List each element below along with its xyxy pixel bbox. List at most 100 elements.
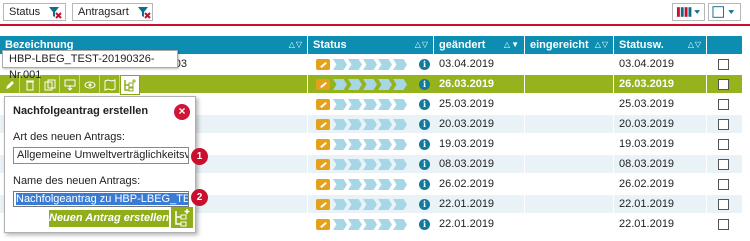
name-label: Name des neuen Antrags: bbox=[13, 175, 141, 187]
callout-badge-1: 1 bbox=[191, 148, 208, 165]
cell-eingereicht bbox=[525, 175, 614, 194]
map-icon[interactable] bbox=[100, 75, 120, 95]
cell-geaendert: 03.04.2019 bbox=[434, 55, 525, 74]
row-checkbox[interactable] bbox=[718, 179, 729, 190]
antragsart-filter-label: Antragsart bbox=[78, 6, 129, 18]
status-step bbox=[348, 99, 362, 110]
status-step bbox=[378, 199, 392, 210]
row-checkbox[interactable] bbox=[718, 219, 729, 230]
status-step bbox=[333, 159, 347, 170]
status-step bbox=[378, 159, 392, 170]
column-header-status[interactable]: Status △▽ bbox=[308, 36, 434, 54]
status-step bbox=[333, 79, 347, 90]
column-chooser-button[interactable] bbox=[672, 3, 705, 21]
sort-icon[interactable]: △▽ bbox=[688, 36, 702, 54]
status-progress bbox=[333, 219, 408, 230]
cell-statusw: 26.03.2019 bbox=[614, 75, 707, 94]
cell-eingereicht bbox=[525, 135, 614, 154]
row-checkbox[interactable] bbox=[718, 119, 729, 130]
edit-status-icon[interactable] bbox=[316, 139, 330, 150]
select-all-button[interactable] bbox=[708, 3, 741, 21]
status-step bbox=[363, 219, 377, 230]
status-step bbox=[363, 199, 377, 210]
art-label: Art des neuen Antrags: bbox=[13, 131, 125, 143]
edit-status-icon[interactable] bbox=[316, 79, 330, 90]
info-icon[interactable]: i bbox=[419, 99, 430, 110]
status-filter-label: Status bbox=[9, 6, 41, 18]
edit-status-icon[interactable] bbox=[316, 199, 330, 210]
export-icon[interactable] bbox=[60, 75, 80, 95]
cell-statusw: 03.04.2019 bbox=[614, 55, 707, 74]
antragsart-filter-chip[interactable]: Antragsart bbox=[72, 3, 153, 21]
edit-status-icon[interactable] bbox=[316, 119, 330, 130]
filter-bar: Status Antragsart bbox=[0, 0, 750, 26]
status-filter-chip[interactable]: Status bbox=[3, 3, 66, 21]
follow-up-application-icon[interactable] bbox=[120, 75, 140, 95]
row-checkbox[interactable] bbox=[718, 159, 729, 170]
status-step bbox=[378, 79, 392, 90]
status-step bbox=[363, 99, 377, 110]
follow-up-application-icon[interactable] bbox=[171, 207, 193, 228]
close-icon[interactable]: × bbox=[174, 104, 190, 120]
info-icon[interactable]: i bbox=[419, 159, 430, 170]
status-progress bbox=[333, 79, 408, 90]
info-icon[interactable]: i bbox=[419, 199, 430, 210]
cell-geaendert: 22.01.2019 bbox=[434, 215, 525, 234]
row-checkbox[interactable] bbox=[718, 59, 729, 70]
row-checkbox[interactable] bbox=[718, 79, 729, 90]
status-progress bbox=[333, 59, 408, 70]
cell-geaendert: 26.03.2019 bbox=[434, 75, 525, 94]
sort-icon[interactable]: △▽ bbox=[595, 36, 609, 54]
row-checkbox[interactable] bbox=[718, 99, 729, 110]
cell-eingereicht bbox=[525, 75, 614, 94]
info-icon[interactable]: i bbox=[419, 59, 430, 70]
edit-status-icon[interactable] bbox=[316, 159, 330, 170]
status-step bbox=[363, 159, 377, 170]
cell-statusw: 08.03.2019 bbox=[614, 155, 707, 174]
column-header-geaendert[interactable]: geändert △▼ bbox=[434, 36, 525, 54]
cell-geaendert: 08.03.2019 bbox=[434, 155, 525, 174]
column-header-statusw[interactable]: Statusw. △▽ bbox=[614, 36, 707, 54]
status-step bbox=[378, 179, 392, 190]
info-icon[interactable]: i bbox=[419, 219, 430, 230]
sort-icon[interactable]: △▽ bbox=[415, 36, 429, 54]
cell-geaendert: 22.01.2019 bbox=[434, 195, 525, 214]
cell-eingereicht bbox=[525, 55, 614, 74]
info-icon[interactable]: i bbox=[419, 139, 430, 150]
name-input-value: Nachfolgeantrag zu HBP-LBEG_TEST-2019 bbox=[16, 193, 188, 205]
name-input[interactable]: Nachfolgeantrag zu HBP-LBEG_TEST-2019 bbox=[13, 191, 189, 207]
cell-geaendert: 26.02.2019 bbox=[434, 175, 525, 194]
status-step bbox=[363, 179, 377, 190]
edit-status-icon[interactable] bbox=[316, 99, 330, 110]
sort-icon[interactable]: △▽ bbox=[289, 36, 303, 54]
columns-icon bbox=[676, 7, 701, 17]
status-step bbox=[393, 119, 407, 130]
art-select-value: Allgemeine Umweltverträglichkeitsvorp bbox=[17, 149, 189, 161]
status-step bbox=[348, 159, 362, 170]
status-step bbox=[333, 119, 347, 130]
status-step bbox=[378, 99, 392, 110]
copy-icon[interactable] bbox=[40, 75, 60, 95]
edit-status-icon[interactable] bbox=[316, 179, 330, 190]
status-step bbox=[348, 199, 362, 210]
row-checkbox[interactable] bbox=[718, 199, 729, 210]
info-icon[interactable]: i bbox=[419, 119, 430, 130]
column-header-eingereicht[interactable]: eingereicht △▽ bbox=[525, 36, 614, 54]
cell-eingereicht bbox=[525, 95, 614, 114]
create-application-button[interactable]: Neuen Antrag erstellen bbox=[49, 210, 169, 227]
edit-status-icon[interactable] bbox=[316, 219, 330, 230]
row-checkbox[interactable] bbox=[718, 139, 729, 150]
info-icon[interactable]: i bbox=[419, 79, 430, 90]
view-icon[interactable] bbox=[80, 75, 100, 95]
sort-icon[interactable]: △▼ bbox=[504, 36, 520, 54]
status-step bbox=[333, 139, 347, 150]
clear-filter-icon[interactable] bbox=[137, 5, 151, 19]
status-step bbox=[393, 79, 407, 90]
status-progress bbox=[333, 199, 408, 210]
edit-status-icon[interactable] bbox=[316, 59, 330, 70]
clear-filter-icon[interactable] bbox=[48, 5, 62, 19]
art-select[interactable]: Allgemeine Umweltverträglichkeitsvorp bbox=[13, 147, 189, 164]
info-icon[interactable]: i bbox=[419, 179, 430, 190]
status-step bbox=[363, 79, 377, 90]
cell-statusw: 20.03.2019 bbox=[614, 115, 707, 134]
